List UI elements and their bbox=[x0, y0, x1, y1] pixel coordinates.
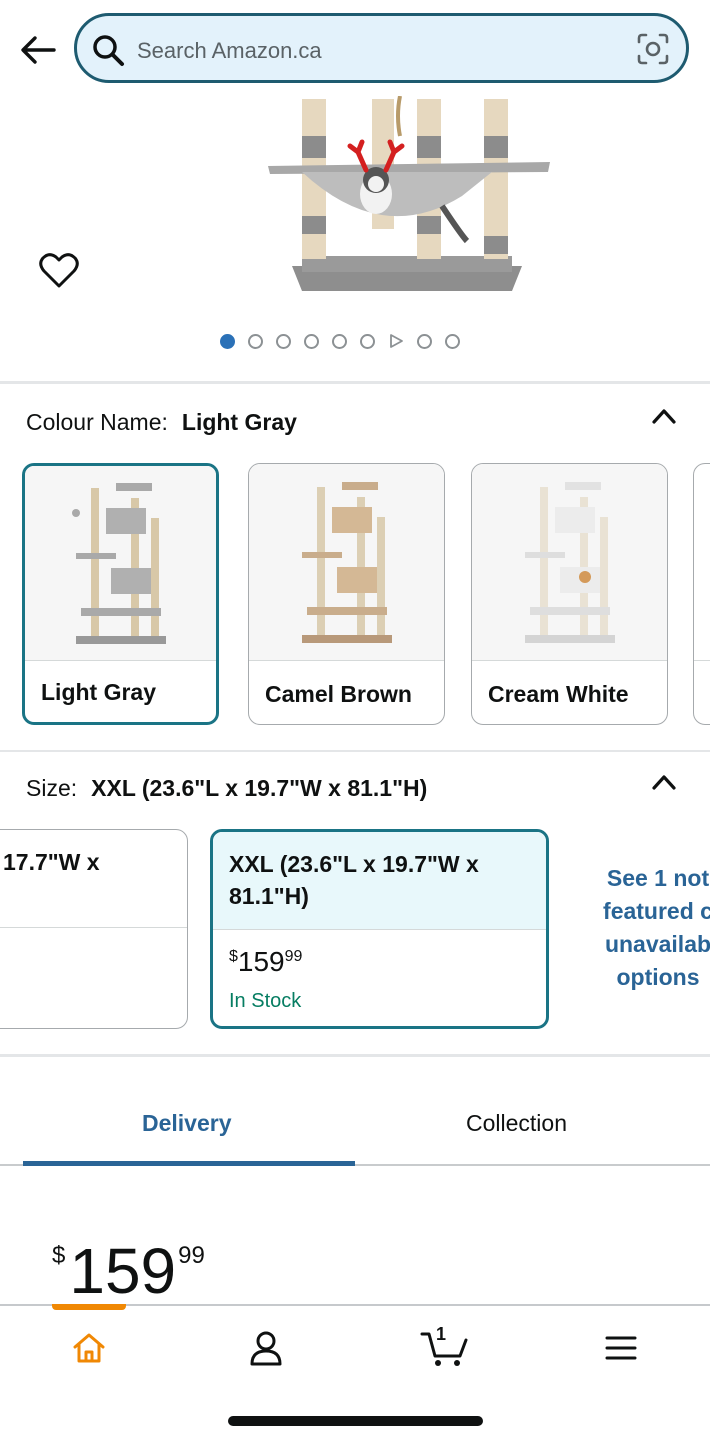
size-option-label: XXL (23.6"L x 19.7"W x 81.1"H) bbox=[213, 832, 546, 929]
size-selected-value: XXL (23.6"L x 19.7"W x 81.1"H) bbox=[91, 775, 428, 801]
nav-home[interactable] bbox=[64, 1326, 114, 1370]
home-indicator-bar bbox=[228, 1416, 483, 1426]
pagination-dot[interactable] bbox=[360, 333, 375, 349]
menu-icon bbox=[605, 1336, 637, 1360]
swatch-image bbox=[25, 466, 216, 660]
size-option-divider bbox=[213, 929, 546, 930]
price-cents: 99 bbox=[284, 948, 303, 965]
colour-option-camel-brown[interactable]: Camel Brown bbox=[248, 463, 445, 725]
pagination-dot[interactable] bbox=[276, 333, 291, 349]
stock-status: In Stock bbox=[229, 990, 302, 1012]
colour-label: Colour Name: Light Gray bbox=[26, 409, 297, 436]
colour-option-next-partial[interactable] bbox=[693, 463, 710, 725]
price-cents: 99 bbox=[178, 1242, 205, 1269]
camera-search-icon[interactable] bbox=[636, 32, 670, 66]
colour-label-text: Colour Name: bbox=[26, 409, 168, 435]
price-dollars: 159 bbox=[69, 1235, 177, 1307]
search-placeholder: Search Amazon.ca bbox=[137, 38, 322, 63]
size-option-divider bbox=[0, 927, 187, 928]
price-currency: $ bbox=[229, 948, 238, 965]
top-bar: Search Amazon.ca bbox=[0, 0, 710, 100]
size-option-label-line1: 17.7"W x bbox=[3, 849, 100, 875]
pagination-dot[interactable] bbox=[304, 333, 319, 349]
swatch-label: Camel Brown bbox=[265, 681, 412, 707]
arrow-left-icon bbox=[21, 36, 56, 64]
pagination-dot[interactable] bbox=[417, 333, 432, 349]
swatch-label: Cream White bbox=[488, 681, 629, 707]
home-icon bbox=[73, 1333, 105, 1363]
pagination-dot-active[interactable] bbox=[220, 333, 235, 349]
size-option-label-line1: XXL (23.6"L x 19.7"W x bbox=[229, 851, 479, 877]
product-price: $15999 bbox=[52, 1218, 205, 1309]
tab-delivery[interactable]: Delivery bbox=[142, 1110, 232, 1137]
size-option-label-line2: 81.1"H) bbox=[229, 883, 309, 909]
divider bbox=[0, 381, 710, 384]
swatch-divider bbox=[472, 660, 667, 661]
swatch-image bbox=[472, 464, 667, 660]
pagination-dot[interactable] bbox=[248, 333, 263, 349]
see-more-line: options bbox=[616, 964, 700, 990]
see-more-line: unavailab bbox=[604, 931, 710, 957]
swatch-image bbox=[249, 464, 444, 660]
size-option-xxl[interactable]: XXL (23.6"L x 19.7"W x 81.1"H) $15999 In… bbox=[210, 829, 549, 1029]
price-currency: $ bbox=[52, 1242, 66, 1269]
divider bbox=[0, 1054, 710, 1057]
back-button[interactable] bbox=[18, 32, 58, 68]
heart-icon[interactable] bbox=[38, 250, 80, 290]
play-icon[interactable] bbox=[388, 333, 404, 349]
swatch-divider bbox=[694, 660, 710, 661]
account-icon bbox=[250, 1331, 282, 1366]
see-more-line: See 1 not bbox=[606, 865, 710, 891]
size-label: Size: XXL (23.6"L x 19.7"W x 81.1"H) bbox=[26, 775, 427, 802]
chevron-up-icon[interactable] bbox=[650, 406, 678, 426]
search-icon bbox=[93, 35, 124, 66]
colour-selected-value: Light Gray bbox=[181, 409, 297, 435]
tab-active-underline bbox=[23, 1161, 355, 1166]
colour-option-light-gray[interactable]: Light Gray bbox=[22, 463, 219, 725]
cart-count-badge: 1 bbox=[436, 1324, 447, 1344]
size-option-price: $15999 bbox=[229, 946, 302, 978]
size-option-label: 17.7"W x bbox=[0, 830, 187, 927]
swatch-label: Light Gray bbox=[41, 679, 157, 705]
nav-cart[interactable]: 1 bbox=[418, 1324, 472, 1370]
see-unavailable-options-link[interactable]: See 1 not featured c unavailab options bbox=[578, 862, 710, 994]
price-dollars: 159 bbox=[237, 946, 285, 977]
swatch-divider bbox=[25, 660, 216, 661]
pagination-dot[interactable] bbox=[445, 333, 460, 349]
size-label-text: Size: bbox=[26, 775, 78, 801]
swatch-divider bbox=[249, 660, 444, 661]
image-pagination bbox=[220, 331, 460, 351]
pagination-dot[interactable] bbox=[332, 333, 347, 349]
search-input[interactable]: Search Amazon.ca bbox=[74, 13, 689, 83]
product-image[interactable] bbox=[262, 96, 562, 301]
colour-option-cream-white[interactable]: Cream White bbox=[471, 463, 668, 725]
divider bbox=[0, 750, 710, 752]
see-more-line: featured c bbox=[603, 898, 710, 924]
size-option-partial[interactable]: 17.7"W x bbox=[0, 829, 188, 1029]
bottom-navigation: 1 bbox=[0, 1304, 710, 1440]
tab-collection[interactable]: Collection bbox=[466, 1110, 567, 1137]
nav-account[interactable] bbox=[241, 1326, 291, 1370]
chevron-up-icon[interactable] bbox=[650, 772, 678, 792]
nav-menu[interactable] bbox=[596, 1326, 646, 1370]
nav-active-indicator bbox=[52, 1304, 126, 1310]
